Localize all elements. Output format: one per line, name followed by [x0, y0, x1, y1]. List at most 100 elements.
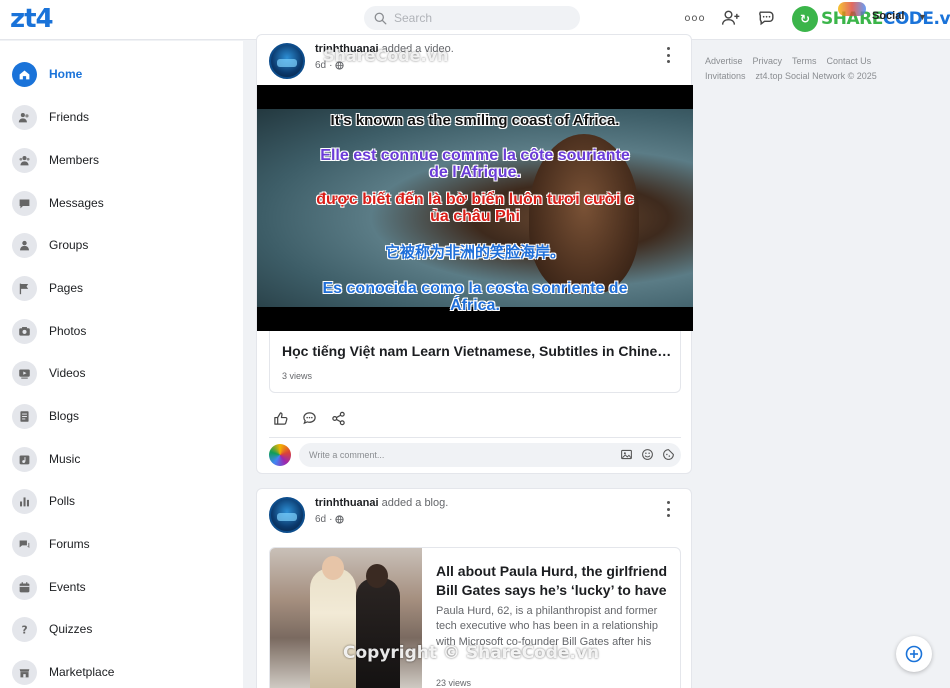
svg-text:?: ? — [21, 624, 27, 635]
chat-icon — [759, 11, 774, 26]
video-title[interactable]: Học tiếng Việt nam Learn Vietnamese, Sub… — [282, 343, 672, 359]
footer-link-advertise[interactable]: Advertise — [705, 56, 743, 66]
subtitle-french: Elle est connue comme la côte souriante d… — [320, 147, 630, 181]
more-menu-button[interactable]: ooo — [684, 7, 706, 29]
friend-requests-button[interactable] — [720, 7, 742, 29]
more-dots-icon: ooo — [684, 12, 706, 24]
chevron-down-icon[interactable]: ▼ — [918, 12, 927, 22]
sidebar-item-music[interactable]: Music — [12, 446, 80, 472]
like-button[interactable] — [273, 411, 288, 426]
comment-icon — [303, 412, 316, 425]
share-button[interactable] — [331, 411, 346, 426]
music-icon — [19, 454, 30, 464]
sidebar-item-label: Photos — [49, 324, 87, 338]
polls-icon — [20, 496, 29, 506]
video-player[interactable]: It's known as the smiling coast of Afric… — [257, 85, 693, 331]
groups-icon — [20, 240, 29, 250]
footer-link-terms[interactable]: Terms — [792, 56, 817, 66]
forums-icon — [19, 539, 30, 548]
image-icon[interactable] — [620, 448, 633, 461]
flag-icon — [19, 283, 29, 294]
video-views: 3 views — [282, 371, 313, 381]
social-menu-label[interactable]: Social — [872, 10, 904, 22]
feed-post-video: trinhthuanai added a video. 6d · It's kn… — [256, 34, 693, 474]
subtitle-english: It's known as the smiling coast of Afric… — [330, 112, 620, 129]
post-author[interactable]: trinhthuanai — [315, 497, 379, 509]
sidebar-item-friends[interactable]: Friends — [12, 104, 89, 130]
sidebar-item-photos[interactable]: Photos — [12, 318, 86, 344]
post-options-button[interactable] — [665, 501, 671, 517]
sidebar-item-blogs[interactable]: Blogs — [12, 403, 79, 429]
sidebar-item-quizzes[interactable]: ? Quizzes — [12, 616, 92, 642]
members-icon — [19, 155, 30, 165]
marketplace-icon — [19, 668, 30, 677]
subtitle-vietnamese: được biết đến là bờ biển luôn tươi cười … — [316, 191, 634, 225]
left-sidebar: Home Friends Members Messages Groups Pag… — [0, 41, 243, 688]
add-user-icon — [721, 10, 740, 25]
search-input[interactable] — [394, 11, 564, 25]
emoji-icon[interactable] — [641, 448, 654, 461]
video-info[interactable]: Học tiếng Việt nam Learn Vietnamese, Sub… — [269, 331, 681, 393]
sidebar-item-pages[interactable]: Pages — [12, 275, 83, 301]
blog-preview[interactable]: All about Paula Hurd, the girlfriend Bil… — [269, 547, 681, 688]
search-bar[interactable] — [364, 6, 580, 30]
post-action: added a blog. — [381, 497, 449, 509]
globe-icon — [335, 515, 345, 524]
social-avatar[interactable] — [838, 2, 866, 16]
search-icon — [374, 12, 387, 24]
subtitle-chinese: 它被称为非洲的笑脸海岸。 — [384, 243, 565, 261]
blog-title[interactable]: All about Paula Hurd, the girlfriend Bil… — [436, 562, 672, 600]
post-time[interactable]: 6d — [315, 514, 326, 525]
sidebar-item-label: Home — [49, 67, 83, 81]
post-options-button[interactable] — [665, 47, 671, 63]
messages-header-button[interactable] — [756, 7, 778, 29]
avatar[interactable] — [269, 43, 305, 79]
sidebar-item-messages[interactable]: Messages — [12, 190, 104, 216]
sidebar-item-label: Messages — [49, 196, 104, 210]
blog-image[interactable] — [270, 548, 422, 688]
footer-link-invitations[interactable]: Invitations — [705, 71, 746, 81]
sidebar-item-members[interactable]: Members — [12, 147, 99, 173]
subtitle-spanish: Es conocida como la costa sonriente de Áf… — [322, 280, 628, 314]
footer-link-privacy[interactable]: Privacy — [753, 56, 783, 66]
post-divider — [269, 437, 681, 438]
comment-button[interactable] — [302, 411, 317, 426]
sidebar-item-label: Forums — [49, 537, 90, 551]
sidebar-item-label: Quizzes — [49, 622, 93, 636]
messages-icon — [19, 198, 30, 208]
sticker-icon[interactable] — [662, 448, 675, 461]
sidebar-item-label: Blogs — [49, 409, 80, 423]
site-logo[interactable]: zt4 — [10, 4, 54, 34]
current-user-avatar[interactable] — [269, 444, 291, 466]
calendar-icon — [19, 581, 30, 592]
sidebar-item-home[interactable]: Home — [12, 61, 82, 87]
sidebar-item-label: Groups — [49, 238, 89, 252]
create-post-button[interactable] — [896, 636, 932, 672]
sidebar-item-groups[interactable]: Groups — [12, 232, 88, 258]
sidebar-item-label: Pages — [49, 281, 84, 295]
sidebar-item-events[interactable]: Events — [12, 574, 86, 600]
video-icon — [19, 368, 30, 379]
sidebar-item-marketplace[interactable]: Marketplace — [12, 659, 114, 685]
avatar[interactable] — [269, 497, 305, 533]
sidebar-item-label: Marketplace — [49, 665, 115, 679]
sidebar-item-label: Music — [49, 452, 81, 466]
watermark-top: ShareCode.vn — [323, 46, 449, 65]
footer-links: Advertise Privacy Terms Contact Us Invitati… — [705, 54, 935, 84]
sharecode-globe-icon: ↻ — [792, 6, 818, 32]
sidebar-item-forums[interactable]: Forums — [12, 531, 90, 557]
home-icon — [19, 69, 30, 79]
sidebar-item-label: Polls — [49, 494, 76, 508]
watermark-bottom: Copyright © ShareCode.vn — [343, 643, 600, 663]
sidebar-item-label: Members — [49, 153, 100, 167]
sidebar-item-label: Events — [49, 580, 86, 594]
comment-composer[interactable] — [299, 443, 681, 467]
sidebar-item-videos[interactable]: Videos — [12, 360, 85, 386]
blog-views: 23 views — [436, 678, 472, 688]
footer-link-contact[interactable]: Contact Us — [827, 56, 872, 66]
sidebar-item-polls[interactable]: Polls — [12, 488, 75, 514]
comment-input[interactable] — [309, 450, 599, 460]
thumbs-up-icon — [274, 412, 288, 425]
share-icon — [332, 411, 345, 426]
blog-icon — [20, 410, 29, 422]
